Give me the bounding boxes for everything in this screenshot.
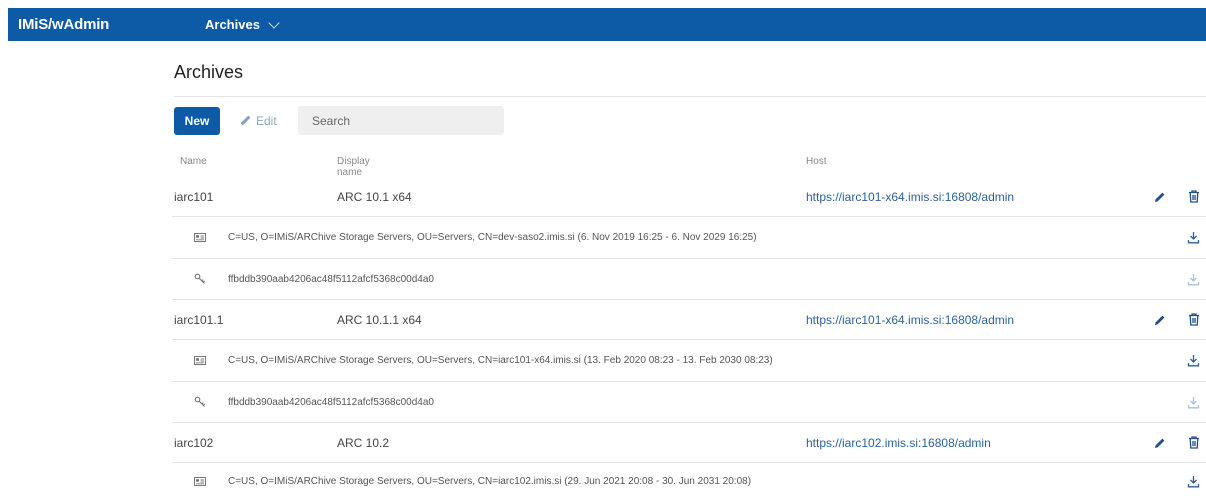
row-display-name: ARC 10.1 x64 <box>337 189 412 204</box>
download-icon <box>1187 355 1199 367</box>
row-host-link[interactable]: https://iarc101-x64.imis.si:16808/admin <box>806 300 1014 339</box>
archives-menu[interactable]: Archives <box>205 8 280 41</box>
pencil-icon <box>1155 438 1165 448</box>
row-delete-button[interactable] <box>1186 300 1202 339</box>
download-icon <box>1187 396 1199 408</box>
trash-icon <box>1189 313 1199 326</box>
edit-button[interactable]: Edit <box>240 107 277 135</box>
download-icon <box>1187 232 1199 244</box>
table-header: Name Display name ↑ Host <box>0 156 1206 178</box>
edit-button-label: Edit <box>256 114 277 128</box>
row-name: iarc102 <box>174 435 214 450</box>
column-header-host[interactable]: Host <box>806 156 827 167</box>
certificate-row: C=US, O=IMiS/ARChive Storage Servers, OU… <box>172 463 1206 499</box>
trash-icon <box>1189 190 1199 203</box>
row-display-name: ARC 10.1.1 x64 <box>337 312 422 327</box>
download-icon <box>1187 475 1199 487</box>
row-host-link[interactable]: https://iarc101-x64.imis.si:16808/admin <box>806 177 1014 216</box>
table-row[interactable]: iarc102 ARC 10.2 https://iarc102.imis.si… <box>172 423 1206 463</box>
key-icon <box>194 382 206 422</box>
key-text: ffbddb390aab4206ac48f5112afcf5368c00d4a0 <box>228 396 434 408</box>
app-title[interactable]: IMiS/wAdmin <box>18 8 109 41</box>
trash-icon <box>1189 436 1199 449</box>
title-divider <box>174 96 1206 97</box>
chevron-down-icon <box>268 16 280 29</box>
certificate-row: C=US, O=IMiS/ARChive Storage Servers, OU… <box>172 217 1206 259</box>
key-icon <box>194 259 206 299</box>
row-delete-button[interactable] <box>1186 177 1202 216</box>
row-host-link[interactable]: https://iarc102.imis.si:16808/admin <box>806 423 991 462</box>
new-button[interactable]: New <box>174 107 220 135</box>
row-edit-button[interactable] <box>1152 300 1168 339</box>
download-certificate-button[interactable] <box>1185 217 1201 258</box>
certificate-card-icon <box>194 217 206 258</box>
row-edit-button[interactable] <box>1152 423 1168 462</box>
row-delete-button[interactable] <box>1186 423 1202 462</box>
page-title: Archives <box>174 62 244 82</box>
column-header-name[interactable]: Name <box>180 156 207 167</box>
key-text: ffbddb390aab4206ac48f5112afcf5368c00d4a0 <box>228 273 434 285</box>
search-input[interactable] <box>298 106 504 135</box>
archives-menu-label: Archives <box>205 17 260 32</box>
certificate-card-icon <box>194 463 206 499</box>
download-key-button[interactable] <box>1185 259 1201 299</box>
row-edit-button[interactable] <box>1152 177 1168 216</box>
pencil-icon <box>240 116 250 126</box>
certificate-text: C=US, O=IMiS/ARChive Storage Servers, OU… <box>228 355 773 366</box>
sort-up-arrow-icon: ↑ <box>340 156 345 167</box>
download-certificate-button[interactable] <box>1185 340 1201 381</box>
row-display-name: ARC 10.2 <box>337 435 390 450</box>
download-key-button[interactable] <box>1185 382 1201 422</box>
download-icon <box>1187 273 1199 285</box>
table-row[interactable]: iarc101.1 ARC 10.1.1 x64 https://iarc101… <box>172 300 1206 340</box>
top-bar: IMiS/wAdmin Archives <box>8 8 1206 41</box>
row-name: iarc101.1 <box>174 312 224 327</box>
certificate-text: C=US, O=IMiS/ARChive Storage Servers, OU… <box>228 475 752 487</box>
key-row: ffbddb390aab4206ac48f5112afcf5368c00d4a0 <box>172 259 1206 300</box>
certificate-row: C=US, O=IMiS/ARChive Storage Servers, OU… <box>172 340 1206 382</box>
table-row[interactable]: iarc101 ARC 10.1 x64 https://iarc101-x64… <box>172 177 1206 217</box>
pencil-icon <box>1155 192 1165 202</box>
key-row: ffbddb390aab4206ac48f5112afcf5368c00d4a0 <box>172 382 1206 423</box>
certificate-text: C=US, O=IMiS/ARChive Storage Servers, OU… <box>228 232 757 243</box>
pencil-icon <box>1155 315 1165 325</box>
row-name: iarc101 <box>174 189 214 204</box>
download-certificate-button[interactable] <box>1185 463 1201 499</box>
certificate-card-icon <box>194 340 206 381</box>
